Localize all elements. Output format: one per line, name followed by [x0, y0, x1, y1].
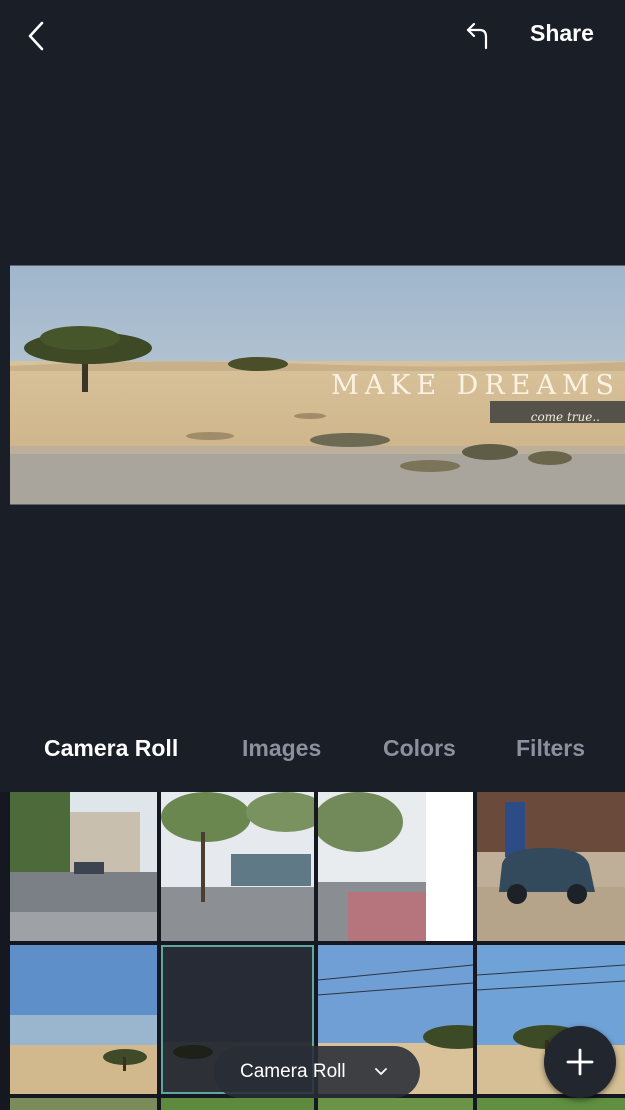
photo-thumbnail[interactable]	[10, 1098, 157, 1110]
photo-thumbnail[interactable]	[477, 1098, 625, 1110]
photo-thumbnail[interactable]	[10, 792, 157, 941]
back-button[interactable]	[20, 18, 56, 54]
add-button[interactable]	[544, 1026, 616, 1098]
tab-filters[interactable]: Filters	[516, 735, 585, 762]
photo-thumbnail[interactable]	[161, 792, 314, 941]
tab-camera-roll[interactable]: Camera Roll	[44, 735, 178, 762]
album-picker-button[interactable]: Camera Roll	[214, 1046, 420, 1098]
tab-images[interactable]: Images	[242, 735, 321, 762]
undo-arrow-icon	[466, 22, 488, 50]
photo-thumbnail[interactable]	[161, 1098, 314, 1110]
source-tabs: Camera Roll Images Colors Filters	[0, 725, 625, 771]
album-picker-label: Camera Roll	[240, 1061, 346, 1082]
plus-icon	[566, 1048, 594, 1076]
photo-thumbnail[interactable]	[318, 792, 473, 941]
chevron-down-icon	[375, 1068, 387, 1075]
photo-thumbnail[interactable]	[477, 792, 625, 941]
top-bar: Share	[0, 0, 625, 72]
tab-colors[interactable]: Colors	[383, 735, 456, 762]
canvas-title-text[interactable]: MAKE DREAMS	[295, 370, 620, 401]
chevron-left-icon	[28, 21, 44, 51]
canvas-subtitle-text[interactable]: come true..	[460, 410, 600, 424]
undo-button[interactable]	[460, 18, 496, 54]
photo-thumbnail[interactable]	[10, 945, 157, 1094]
photo-thumbnail[interactable]	[318, 1098, 473, 1110]
share-button[interactable]: Share	[530, 20, 594, 47]
